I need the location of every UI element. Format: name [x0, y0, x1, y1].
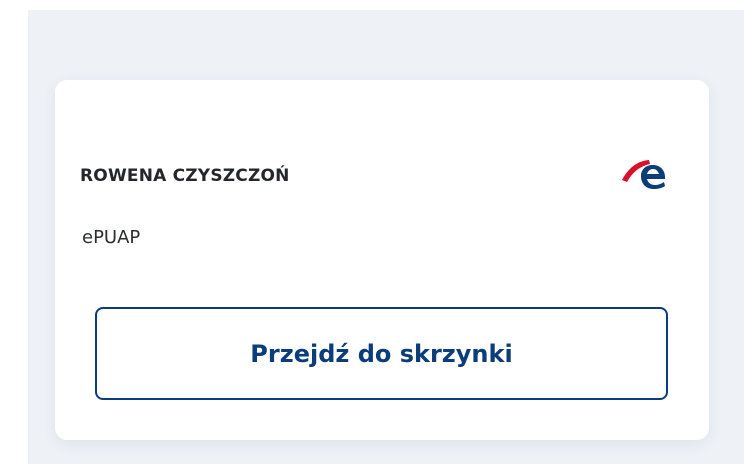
account-owner-name: ROWENA CZYSZCZOŃ: [80, 166, 290, 186]
mailbox-card: ROWENA CZYSZCZOŃ ePUAP Przejdź do skrzyn…: [55, 80, 709, 440]
go-to-mailbox-button[interactable]: Przejdź do skrzynki: [95, 307, 668, 400]
service-name: ePUAP: [82, 227, 141, 248]
epuap-e-logo-icon: [622, 160, 665, 189]
